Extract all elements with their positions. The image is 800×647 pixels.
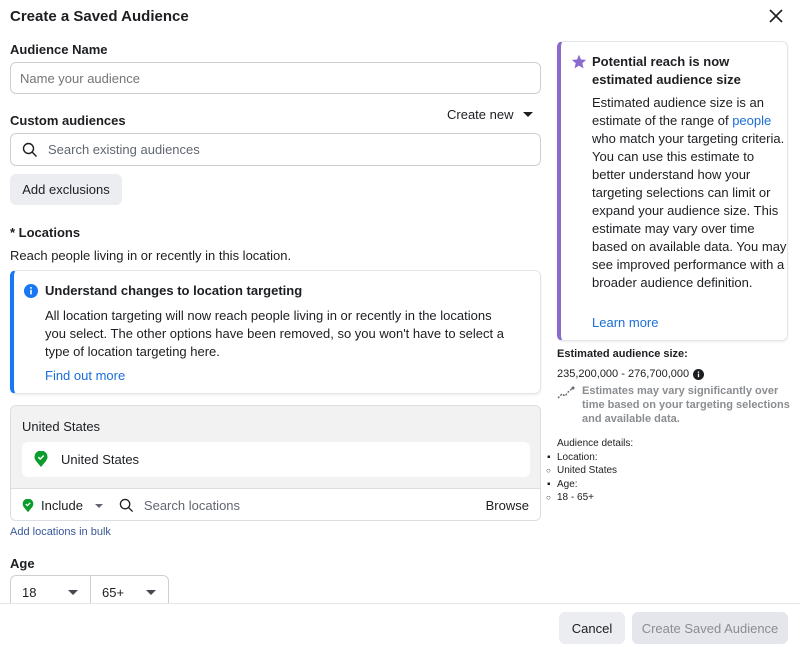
close-button[interactable] [766,6,786,26]
notice-title: Understand changes to location targeting [45,283,303,298]
age-label: Age [10,556,35,571]
location-search-bar: Include Search locations Browse [11,488,540,520]
chevron-down-icon [94,503,103,508]
close-icon [769,9,783,23]
bullet-circle: ○ [546,466,551,475]
detail-item: ○ United States [546,464,633,478]
estimate-value: 235,200,000 - 276,700,000 [557,367,690,380]
include-label: Include [41,498,83,513]
age-max-value: 65+ [102,584,125,600]
location-group-header: United States [22,419,101,434]
detail-value: United States [557,465,618,476]
location-group: United States United States [11,406,540,488]
locations-description: Reach people living in or recently in th… [10,248,292,263]
search-icon [22,142,37,157]
learn-more-link[interactable]: Learn more [592,315,658,330]
add-exclusions-button[interactable]: Add exclusions [10,174,122,205]
search-icon [119,498,133,513]
audience-name-label: Audience Name [10,42,108,57]
bullet-square: ▪ [547,451,551,463]
location-pin-check-icon [34,451,48,467]
create-new-dropdown[interactable]: Create new [447,107,534,122]
estimate-note: Estimates may vary significantly over ti… [582,385,790,425]
chevron-down-icon [146,589,156,595]
bullet-circle: ○ [546,493,551,502]
cancel-button[interactable]: Cancel [559,612,625,644]
info-icon[interactable] [693,369,705,380]
location-selector: United States United States Include Sear… [10,405,541,521]
audience-name-input[interactable] [10,62,541,94]
detail-value: 18 - 65+ [557,492,594,503]
locations-label: * Locations [10,225,81,240]
card-body-text-2: who match your targeting criteria. You c… [592,131,787,290]
custom-audience-search-placeholder: Search existing audiences [48,142,200,157]
card-body: Estimated audience size is an estimate o… [592,94,787,292]
browse-button[interactable]: Browse [486,498,529,513]
location-search-input[interactable]: Search locations [144,498,486,513]
create-saved-audience-button[interactable]: Create Saved Audience [632,612,788,644]
star-icon [571,54,587,69]
chevron-down-icon [523,112,534,117]
dialog-footer: Cancel Create Saved Audience [0,603,800,647]
audience-details: Audience details: ▪ Location: ○ United Sta… [546,437,634,505]
custom-audiences-label: Custom audiences [10,113,126,128]
info-icon [24,284,38,298]
chevron-down-icon [68,589,78,595]
bullet-square: ▪ [547,478,551,490]
find-out-more-link[interactable]: Find out more [45,368,125,383]
audience-details-label: Audience details: [557,438,634,449]
location-targeting-notice: Understand changes to location targeting… [10,270,541,394]
dialog-title: Create a Saved Audience [10,8,189,25]
location-pin-check-icon [22,498,34,512]
detail-item: ▪ Location: [547,451,633,465]
estimated-audience-card: Potential reach is now estimated audienc… [557,41,788,341]
add-locations-bulk-link[interactable]: Add locations in bulk [10,526,111,538]
detail-item: ○ 18 - 65+ [546,491,633,505]
detail-item: ▪ Age: [547,478,633,492]
card-title: Potential reach is now estimated audienc… [592,54,741,87]
estimate-label: Estimated audience size: [557,348,688,360]
notice-body: All location targeting will now reach pe… [45,308,504,359]
location-chip-label: United States [61,452,140,467]
include-dropdown[interactable]: Include [22,498,103,513]
location-chip[interactable]: United States [22,442,530,477]
detail-key: Age: [557,478,578,490]
trend-icon [557,386,575,399]
age-min-value: 18 [22,584,37,600]
people-link[interactable]: people [732,113,771,128]
detail-key: Location: [557,451,598,463]
custom-audience-search[interactable]: Search existing audiences [10,133,541,166]
create-new-label: Create new [447,107,514,122]
estimate-row: 235,200,000 - 276,700,000 [557,367,705,380]
